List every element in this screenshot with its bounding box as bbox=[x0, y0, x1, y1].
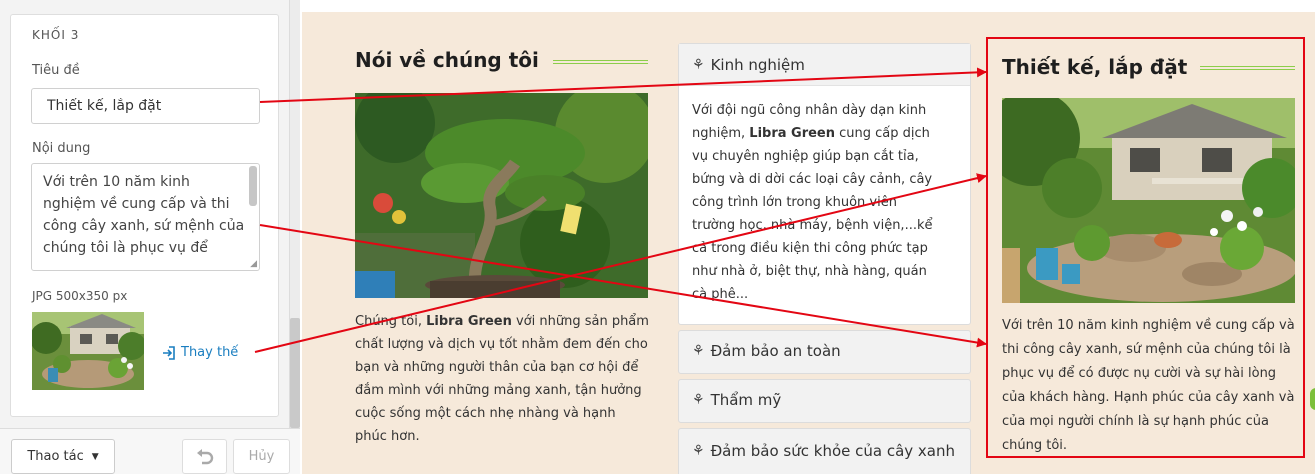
content-field-label: Nội dung bbox=[32, 141, 91, 156]
block-editor-card: KHỐI 3 Tiêu đề Nội dung Với trên 10 năm … bbox=[10, 14, 279, 417]
image-spec-label: JPG 500x350 px bbox=[32, 289, 128, 303]
accordion-item-experience: ⚘ Kinh nghiệm Với đội ngũ công nhân dày … bbox=[678, 43, 971, 325]
install-section-title: Thiết kế, lắp đặt bbox=[1002, 55, 1188, 79]
block-heading: KHỐI 3 bbox=[32, 28, 80, 42]
leaf-icon: ⚘ bbox=[692, 392, 705, 408]
textarea-scrollbar[interactable] bbox=[249, 166, 257, 206]
install-garden-image bbox=[1002, 98, 1295, 303]
accordion-label: Kinh nghiệm bbox=[710, 55, 805, 74]
replace-image-button[interactable]: Thay thế bbox=[162, 345, 238, 360]
leaf-icon: ⚘ bbox=[692, 343, 705, 359]
sign-in-icon bbox=[163, 345, 175, 360]
panel-scrollbar-thumb[interactable] bbox=[290, 318, 300, 428]
resize-grip-icon[interactable]: ◢ bbox=[250, 260, 257, 269]
editor-panel: KHỐI 3 Tiêu đề Nội dung Với trên 10 năm … bbox=[0, 0, 290, 474]
title-input[interactable] bbox=[31, 88, 260, 124]
about-bonsai-image bbox=[355, 93, 648, 298]
editor-bottom-bar: Thao tác ▼ Hủy bbox=[0, 428, 300, 474]
content-textarea-value: Với trên 10 năm kinh nghiệm về cung cấp … bbox=[43, 174, 245, 256]
actions-dropdown-button[interactable]: Thao tác ▼ bbox=[11, 439, 115, 474]
preview-top-strip bbox=[302, 0, 1315, 12]
accordion-header[interactable]: ⚘ Đảm bảo an toàn bbox=[679, 331, 970, 371]
caret-down-icon: ▼ bbox=[91, 451, 99, 462]
side-tab-marker[interactable] bbox=[1310, 388, 1315, 410]
accordion-label: Đảm bảo an toàn bbox=[710, 342, 841, 360]
accordion-label: Đảm bảo sức khỏe của cây xanh bbox=[710, 442, 956, 460]
accordion-item-aesthetics[interactable]: ⚘ Thẩm mỹ bbox=[678, 379, 971, 423]
cancel-button[interactable]: Hủy bbox=[233, 439, 290, 474]
about-paragraph: Chúng tôi, Libra Green với những sản phẩ… bbox=[355, 314, 649, 444]
install-paragraph: Với trên 10 năm kinh nghiệm về cung cấp … bbox=[1002, 318, 1295, 453]
undo-button[interactable] bbox=[182, 439, 227, 474]
accordion-header[interactable]: ⚘ Thẩm mỹ bbox=[679, 380, 970, 420]
install-title-underline bbox=[1200, 66, 1295, 70]
page-preview: Nói về chúng tôi Chúng tôi, Libra Green … bbox=[302, 0, 1315, 474]
accordion-item-tree-health[interactable]: ⚘ Đảm bảo sức khỏe của cây xanh bbox=[678, 428, 971, 474]
about-section-title: Nói về chúng tôi bbox=[355, 48, 539, 72]
accordion-header[interactable]: ⚘ Kinh nghiệm bbox=[679, 44, 970, 86]
accordion-body: Với đội ngũ công nhân dày dạn kinh nghiệ… bbox=[692, 103, 933, 302]
replace-label: Thay thế bbox=[181, 345, 239, 360]
accordion-item-safety[interactable]: ⚘ Đảm bảo an toàn bbox=[678, 330, 971, 374]
leaf-icon: ⚘ bbox=[692, 443, 705, 459]
thumbnail-image bbox=[32, 312, 144, 390]
accordion-header[interactable]: ⚘ Đảm bảo sức khỏe của cây xanh bbox=[679, 429, 970, 463]
about-title-underline bbox=[553, 60, 648, 64]
content-textarea[interactable]: Với trên 10 năm kinh nghiệm về cung cấp … bbox=[31, 163, 260, 271]
title-field-label: Tiêu đề bbox=[32, 63, 80, 78]
leaf-icon: ⚘ bbox=[692, 56, 705, 73]
actions-label: Thao tác bbox=[27, 449, 84, 464]
undo-icon bbox=[196, 448, 213, 464]
accordion-label: Thẩm mỹ bbox=[710, 391, 782, 409]
